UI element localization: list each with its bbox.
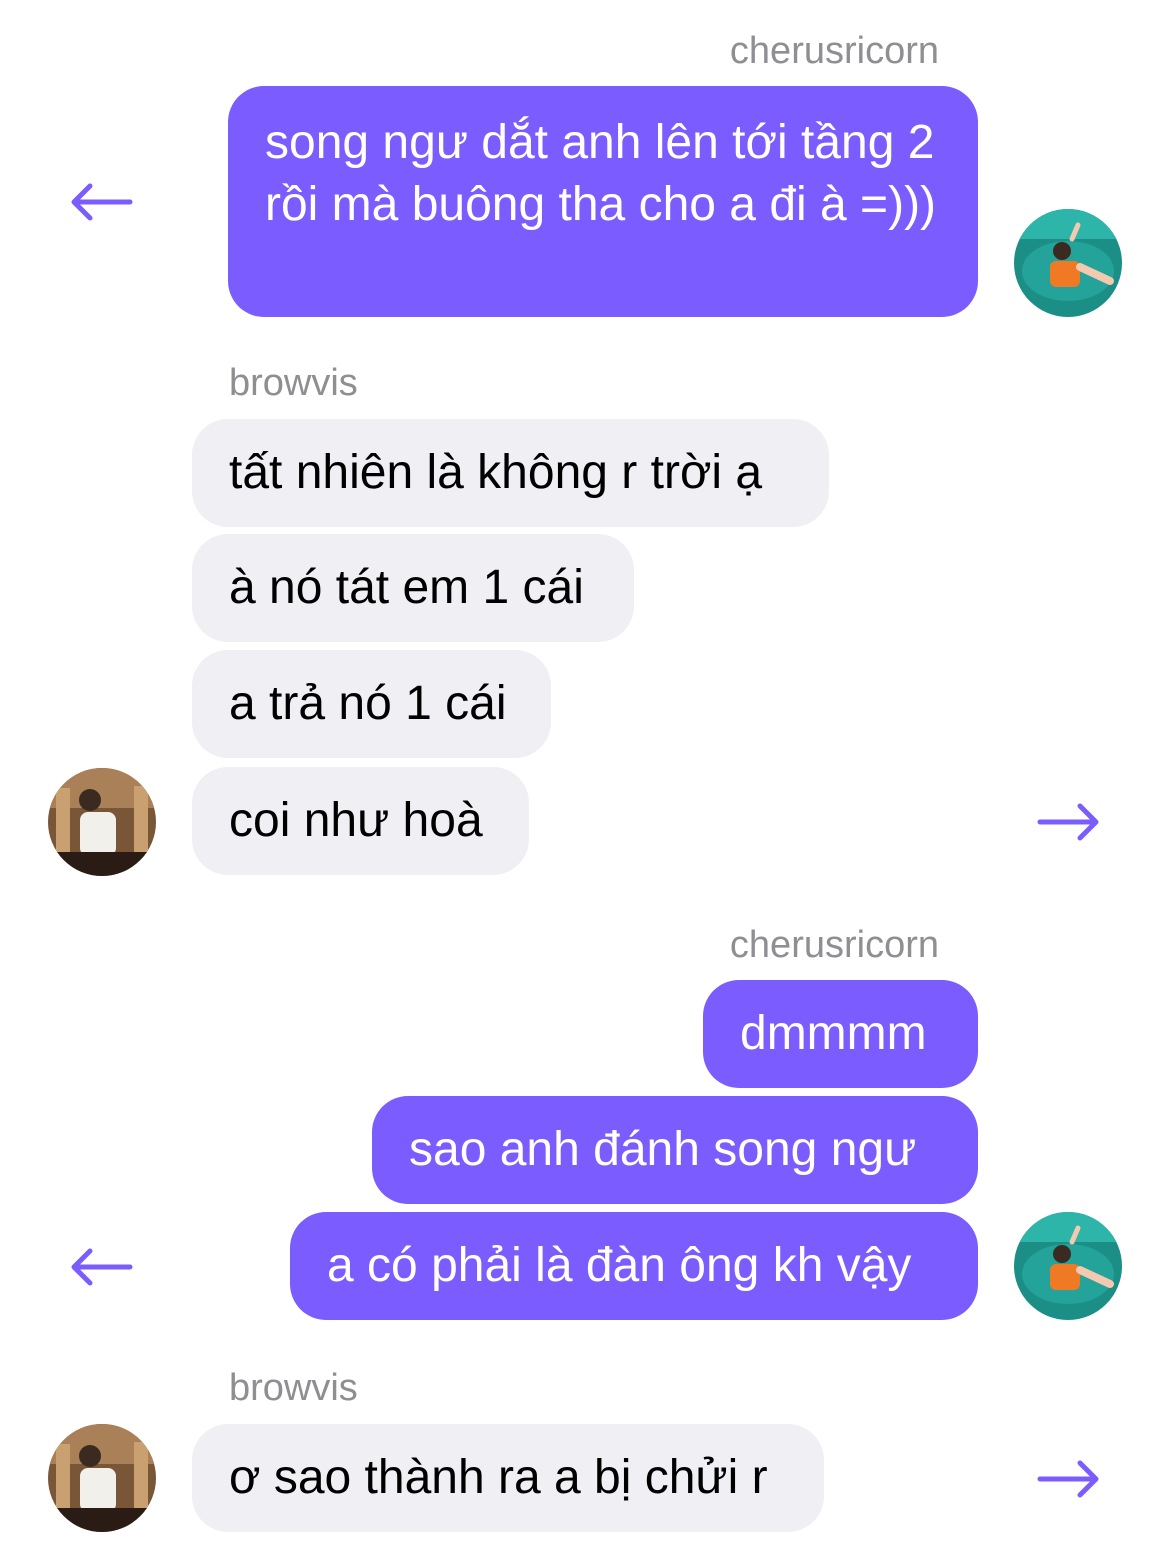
sender-name: cherusricorn (729, 30, 939, 72)
message-bubble-incoming[interactable]: a trả nó 1 cái (192, 650, 551, 758)
arrow-right-icon[interactable] (1036, 802, 1102, 842)
message-text: a trả nó 1 cái (229, 677, 507, 730)
message-bubble-incoming[interactable]: à nó tát em 1 cái (192, 534, 634, 642)
avatar-sea-photo-icon (1014, 1212, 1122, 1320)
arrow-left-icon[interactable] (68, 182, 134, 222)
message-text: à nó tát em 1 cái (229, 561, 584, 614)
message-bubble-outgoing[interactable]: a có phải là đàn ông kh vậy (290, 1212, 978, 1320)
avatar-sea-photo-icon (1014, 209, 1122, 317)
message-bubble-incoming[interactable]: coi như hoà (192, 767, 529, 875)
message-text: ơ sao thành ra a bị chửi r (229, 1451, 768, 1504)
message-text: dmmmm (740, 1007, 927, 1060)
message-bubble-outgoing[interactable]: song ngư dắt anh lên tới tầng 2 rồi mà b… (228, 86, 978, 317)
message-text: tất nhiên là không r trời ạ (229, 446, 763, 499)
avatar-portrait-photo-icon (48, 1424, 156, 1532)
avatar-me[interactable] (1014, 209, 1122, 317)
sender-name: cherusricorn (729, 924, 939, 966)
avatar-portrait-photo-icon (48, 768, 156, 876)
arrow-left-icon[interactable] (68, 1247, 134, 1287)
sender-name: browvis (229, 362, 358, 404)
message-bubble-outgoing[interactable]: sao anh đánh song ngư (372, 1096, 978, 1204)
message-text: a có phải là đàn ông kh vậy (327, 1239, 912, 1292)
avatar-them[interactable] (48, 1424, 156, 1532)
arrow-right-icon[interactable] (1036, 1459, 1102, 1499)
message-bubble-incoming[interactable]: tất nhiên là không r trời ạ (192, 419, 829, 527)
avatar-them[interactable] (48, 768, 156, 876)
avatar-me[interactable] (1014, 1212, 1122, 1320)
message-text: sao anh đánh song ngư (409, 1123, 917, 1176)
message-bubble-incoming[interactable]: ơ sao thành ra a bị chửi r (192, 1424, 824, 1532)
message-text: song ngư dắt anh lên tới tầng 2 rồi mà b… (265, 116, 937, 231)
message-text: coi như hoà (229, 794, 483, 847)
sender-name: browvis (229, 1367, 358, 1409)
message-bubble-outgoing[interactable]: dmmmm (703, 980, 978, 1088)
